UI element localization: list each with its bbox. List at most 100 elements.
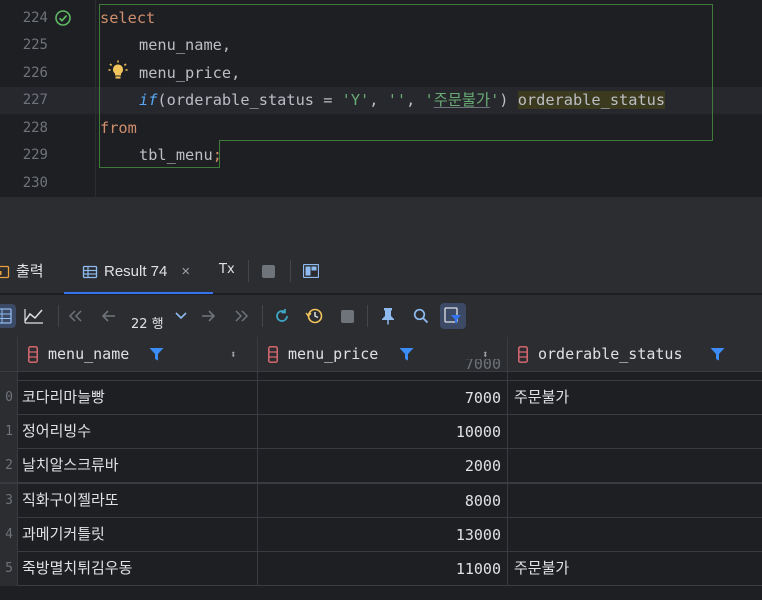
cell-menu-name[interactable]: 코다리마늘빵 [18, 381, 258, 415]
table-row[interactable]: 5 죽방멸치튀김우동 11000 주문불가 [0, 552, 762, 586]
divider [367, 305, 368, 327]
string-y: 'Y' [341, 91, 370, 109]
cell-menu-price[interactable]: 8000 [258, 484, 508, 518]
string-empty: '' [387, 91, 407, 109]
row-index: 3 [0, 484, 18, 518]
cell-orderable-status[interactable] [508, 484, 762, 518]
column-menu-name: menu_name [139, 36, 222, 54]
cell-menu-price[interactable]: 11000 [258, 552, 508, 586]
code-line-224[interactable]: select [100, 5, 155, 32]
results-toolbar [0, 295, 762, 337]
line-number: 225 [22, 37, 48, 53]
execution-success-icon[interactable] [54, 9, 72, 27]
output-icon [0, 265, 10, 278]
divider [262, 305, 263, 327]
row-index: 4 [0, 518, 18, 552]
function-if: if [139, 91, 158, 109]
cell-menu-name[interactable]: 죽방멸치튀김우동 [18, 552, 258, 586]
table-row[interactable]: 7000 [0, 359, 762, 381]
cell-menu-price[interactable]: 13000 [258, 518, 508, 552]
divider [290, 260, 291, 282]
line-number: 230 [22, 175, 48, 191]
cell-menu-price[interactable]: 10000 [258, 415, 508, 449]
cell-orderable-status[interactable]: 주문불가 [508, 381, 762, 415]
code-line-225[interactable]: menu_name, [139, 32, 231, 59]
row-index: 2 [0, 449, 18, 483]
row-index: 1 [0, 415, 18, 449]
line-number: 228 [22, 120, 48, 136]
search-icon[interactable] [409, 304, 433, 328]
result-grid[interactable]: menu_name ⬍ menu_price ⬍ orderable_statu… [0, 337, 762, 600]
code-line-228[interactable]: from [100, 115, 137, 142]
comma: , [406, 91, 425, 109]
table-tbl-menu: tbl_menu [139, 146, 213, 164]
line-number: 224 [22, 10, 48, 26]
first-page-icon[interactable] [64, 304, 88, 328]
column-menu-price: menu_price [139, 64, 232, 82]
cell-menu-name[interactable]: 과메기커틀릿 [18, 518, 258, 552]
comma: , [231, 64, 241, 82]
column-orderable-status: orderable_status [166, 91, 314, 109]
comma: , [369, 91, 388, 109]
cell-orderable-status[interactable]: 주문불가 [508, 552, 762, 586]
code-line-227[interactable]: if(orderable_status = 'Y', '', '주문불가') o… [139, 87, 666, 114]
cell-menu-price[interactable]: 7000 [258, 359, 508, 381]
row-index: 5 [0, 552, 18, 586]
next-page-icon[interactable] [196, 304, 220, 328]
history-icon[interactable] [302, 304, 326, 328]
services-tab-bar: 출력 Result 74 × [0, 249, 762, 294]
operator-equals: = [314, 91, 342, 109]
last-page-icon[interactable] [229, 304, 253, 328]
chevron-down-icon[interactable] [169, 304, 193, 328]
line-number: 229 [22, 147, 48, 163]
string-not-orderable: 주문불가 [433, 91, 491, 109]
divider [248, 260, 249, 282]
close-icon[interactable]: × [181, 249, 190, 294]
tab-output[interactable]: 출력 [0, 249, 44, 294]
table-row[interactable]: 4 과메기커틀릿 13000 [0, 518, 762, 552]
cell-menu-name[interactable]: 직화구이젤라또 [18, 484, 258, 518]
stop-icon[interactable] [335, 304, 359, 328]
table-row[interactable]: 0 코다리마늘빵 7000 주문불가 [0, 381, 762, 415]
cell-menu-name[interactable]: 날치알스크류바 [18, 449, 258, 483]
grid-view-icon[interactable] [0, 304, 16, 328]
cell-menu-name[interactable]: 정어리빙수 [18, 415, 258, 449]
transaction-mode-button[interactable]: Tx [219, 262, 235, 277]
line-number: 226 [22, 65, 48, 81]
cell-orderable-status[interactable] [508, 359, 762, 381]
row-count[interactable]: 22 행 [131, 313, 164, 332]
tab-result-label: Result 74 [104, 263, 168, 280]
keyword-select: select [100, 9, 156, 27]
cell-orderable-status[interactable] [508, 415, 762, 449]
divider [58, 305, 59, 327]
semicolon: ; [212, 146, 222, 164]
line-number: 227 [22, 92, 48, 108]
string-quote: ' [424, 91, 434, 109]
cell-menu-name[interactable] [18, 359, 258, 381]
chart-icon[interactable] [22, 304, 46, 328]
code-line-229[interactable]: tbl_menu; [139, 142, 222, 169]
active-tab-indicator [64, 292, 213, 294]
tab-result-74[interactable]: Result 74 × [64, 249, 213, 294]
refresh-icon[interactable] [270, 304, 294, 328]
panel-divider[interactable] [0, 197, 762, 249]
layout-icon[interactable] [303, 264, 319, 278]
pin-icon[interactable] [376, 304, 400, 328]
cell-menu-price[interactable]: 7000 [258, 381, 508, 415]
sql-editor[interactable]: 224 225 226 227 228 229 230 select menu_… [0, 0, 762, 197]
row-number-header [0, 337, 18, 372]
prev-page-icon[interactable] [97, 304, 121, 328]
table-row[interactable]: 3 직화구이젤라또 8000 [0, 484, 762, 518]
keyword-from: from [100, 119, 137, 137]
cell-orderable-status[interactable] [508, 518, 762, 552]
cell-menu-price[interactable]: 2000 [258, 449, 508, 483]
table-row[interactable]: 2 날치알스크류바 2000 [0, 449, 762, 483]
statement-outline [219, 140, 713, 141]
paren-open: ( [157, 91, 167, 109]
table-row[interactable]: 1 정어리빙수 10000 [0, 415, 762, 449]
cell-orderable-status[interactable] [508, 449, 762, 483]
comma: , [221, 36, 232, 54]
stop-icon[interactable] [262, 265, 275, 278]
code-line-226[interactable]: menu_price, [139, 60, 240, 87]
filter-view-icon[interactable] [440, 303, 466, 329]
